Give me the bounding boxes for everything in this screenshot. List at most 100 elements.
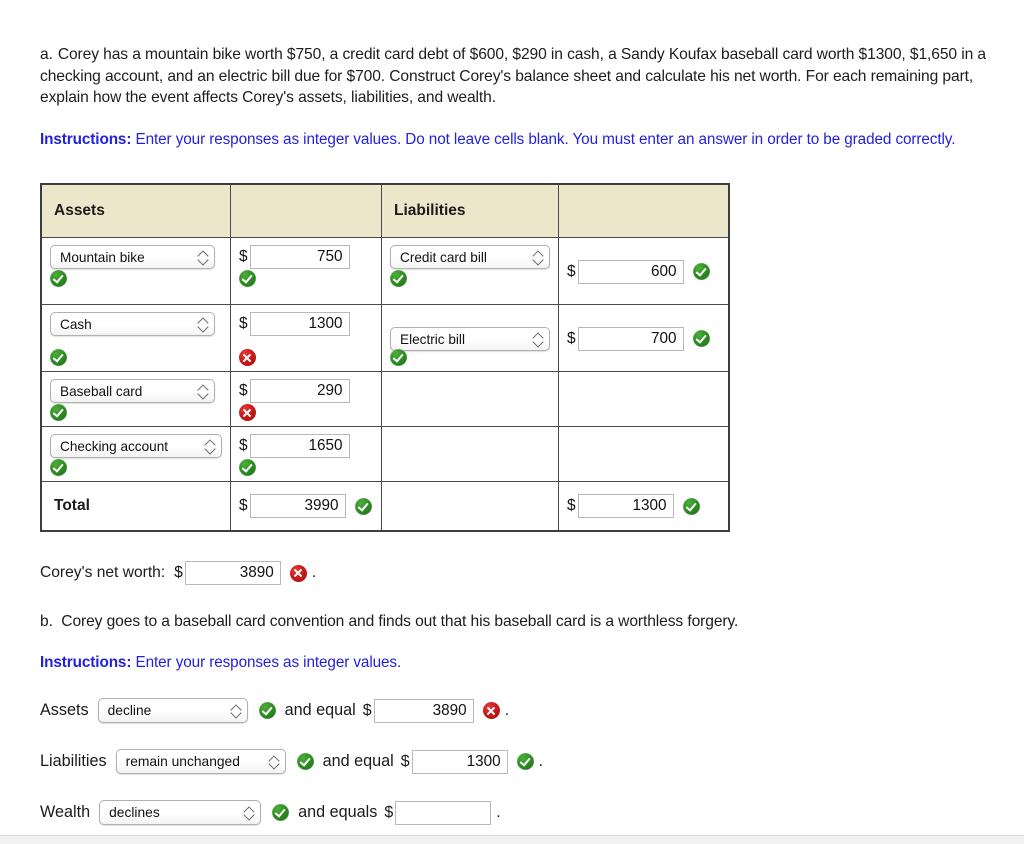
total-assets-input[interactable]: 3990 [249,494,346,518]
asset-amount-cell: $ 1650 [230,426,382,482]
asset-select-2-label: Cash [60,316,92,332]
asset-amount-input-4[interactable]: 1650 [249,434,350,458]
liability-cell-empty [381,371,559,427]
asset-cell-inner: Cash [42,305,230,371]
total-assets-inner: $ 3990 [231,482,381,530]
dollar-sign: $ [174,564,183,581]
header-liabilities: Liabilities [381,183,559,238]
asset-cell: Mountain bike [40,237,231,305]
question-b-label: b. [40,613,53,630]
question-b-text: Corey goes to a baseball card convention… [61,613,739,630]
status-correct-icon [50,404,67,421]
status-correct-icon [692,263,710,280]
total-label: Total [54,497,90,514]
chevron-updown-icon [269,754,279,770]
question-b: b. Corey goes to a baseball card convent… [40,611,1020,632]
status-correct-icon [239,459,256,476]
asset-amount-input-2[interactable]: 1300 [249,312,350,336]
status-incorrect-icon [239,349,256,366]
answer-period-wealth: . [496,803,501,821]
status-correct-icon [50,270,67,287]
asset-amount-inner: $ 1650 [231,427,381,481]
asset-select-3[interactable]: Baseball card [50,379,215,403]
balance-sheet-table: Assets Liabilities Mountain bike $ 750 C… [40,183,730,532]
asset-select-2[interactable]: Cash [50,312,215,336]
asset-select-1-label: Mountain bike [60,249,145,265]
instructions-b-text: Enter your responses as integer values. [131,654,402,671]
dollar-sign: $ [567,262,576,280]
liability-amount-inner-empty [559,427,728,481]
asset-amount-inner: $ 1300 [231,305,381,371]
total-liabilities-label-inner [382,482,558,530]
table-total-row: Total $ 3990 $ 1300 [40,481,729,532]
assets-direction-select[interactable]: decline [97,698,248,723]
worksheet-page: a. Corey has a mountain bike worth $750, … [0,0,1024,836]
content-area: a. Corey has a mountain bike worth $750, … [40,44,1020,825]
asset-cell-inner: Baseball card [42,372,230,426]
liabilities-direction-select[interactable]: remain unchanged [115,749,286,774]
asset-select-4[interactable]: Checking account [50,434,222,458]
total-liabilities-amount: $ 1300 [567,494,674,518]
asset-amount-inner: $ 290 [231,372,381,426]
asset-cell-inner: Checking account [42,427,230,481]
liability-amount-inner-empty [559,372,728,426]
liability-amount-inner: $ 600 [559,238,728,304]
dollar-sign: $ [567,497,576,514]
liability-amount-cell: $ 600 [558,237,729,305]
answer-row-assets: Assets decline and equal $ 3890 . [40,698,1020,723]
liability-select-1[interactable]: Credit card bill [390,245,550,269]
asset-amount-3: $ 290 [239,379,350,403]
total-label-inner: Total [42,482,230,530]
table-row: Checking account $ 1650 [40,426,729,482]
asset-select-1[interactable]: Mountain bike [50,245,215,269]
dollar-sign: $ [400,752,410,770]
status-incorrect-icon [289,564,307,582]
asset-cell-inner: Mountain bike [42,238,230,292]
answer-period-assets: . [504,701,510,719]
net-worth-row: Corey's net worth: $ 3890 . [40,561,1020,585]
asset-amount-input-1[interactable]: 750 [249,245,350,269]
status-correct-icon [50,349,67,366]
status-correct-icon [390,349,407,366]
wealth-direction-select[interactable]: declines [99,800,262,825]
table-row: Cash $ 1300 Electric bill $ 700 [40,304,729,372]
asset-cell: Baseball card [40,371,231,427]
total-liabilities-inner: $ 1300 [559,482,728,530]
status-correct-icon [296,753,314,770]
assets-direction-label: decline [107,703,152,718]
dollar-sign: $ [362,701,372,719]
dollar-sign: $ [239,382,248,399]
liability-amount-cell-empty [558,426,729,482]
answer-connector-wealth: and equals [298,803,378,821]
instructions-block: Instructions: Enter your responses as in… [40,130,1020,151]
liability-select-2[interactable]: Electric bill [390,327,550,351]
chevron-updown-icon [231,703,241,719]
status-correct-icon [682,497,700,515]
liability-amount-inner: $ 700 [559,305,728,371]
total-assets-cell: $ 3990 [230,481,382,532]
status-correct-icon [272,804,290,821]
horizontal-scrollbar[interactable] [0,835,1024,844]
asset-cell: Checking account [40,426,231,482]
dollar-sign: $ [239,315,248,332]
net-worth-input[interactable]: 3890 [184,561,281,585]
dollar-sign: $ [239,497,248,514]
liability-cell: Electric bill [381,304,559,372]
answer-term-assets: Assets [40,701,89,719]
answer-row-liabilities: Liabilities remain unchanged and equal $… [40,749,1020,774]
net-worth-period: . [311,564,317,581]
asset-amount-inner: $ 750 [231,238,381,292]
table-row: Baseball card $ 290 [40,371,729,427]
liability-amount-input-1[interactable]: 600 [577,259,684,284]
liabilities-value-input[interactable]: 1300 [411,749,508,774]
total-liabilities-cell: $ 1300 [558,481,729,532]
liabilities-direction-label: remain unchanged [125,754,240,769]
asset-amount-input-3[interactable]: 290 [249,379,350,403]
wealth-value-input[interactable] [395,800,492,825]
liability-amount-input-2[interactable]: 700 [577,326,684,351]
asset-amount-cell: $ 290 [230,371,382,427]
table-row: Mountain bike $ 750 Credit card bill $ 6… [40,237,729,305]
status-correct-icon [239,270,256,287]
total-liabilities-input[interactable]: 1300 [577,494,674,518]
assets-value-input[interactable]: 3890 [373,698,474,723]
